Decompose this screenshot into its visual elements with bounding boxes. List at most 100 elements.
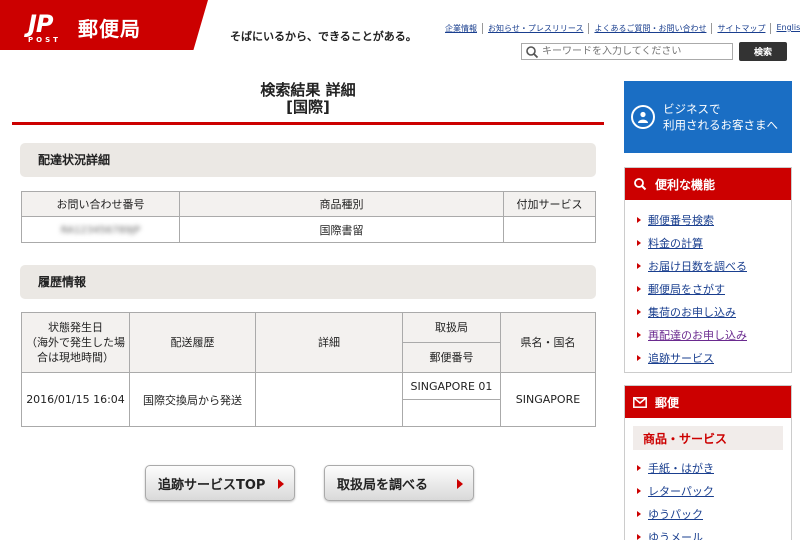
arrow-right-icon <box>278 479 284 489</box>
link-letterpack[interactable]: レターパック <box>648 483 714 499</box>
tracking-top-label: 追跡サービスTOP <box>158 477 266 493</box>
table-row: RA123456789JP 国際書留 <box>21 216 596 243</box>
link-sitemap[interactable]: サイトマップ <box>712 23 772 34</box>
postal-cell <box>402 399 501 427</box>
link-redelivery-request[interactable]: 再配達のお申し込み <box>648 327 747 343</box>
col-header-extra-service: 付加サービス <box>503 191 596 217</box>
mail-panel: 郵便 商品・サービス 手紙・はがき レターパック ゆうパック ゆうメール <box>624 385 792 540</box>
link-tracking-service[interactable]: 追跡サービス <box>648 350 714 366</box>
list-item: ゆうメール <box>637 525 791 540</box>
list-item: 郵便局をさがす <box>637 277 791 300</box>
jp-post-logo-text: POST <box>28 36 61 44</box>
tagline: そばにいるから、できることがある。 <box>230 30 417 43</box>
link-rate-calculation[interactable]: 料金の計算 <box>648 235 703 251</box>
list-item: レターパック <box>637 479 791 502</box>
link-find-post-office[interactable]: 郵便局をさがす <box>648 281 725 297</box>
delivery-status-table: お問い合わせ番号 商品種別 付加サービス RA123456789JP 国際書留 <box>21 191 596 243</box>
products-services-subhead: 商品・サービス <box>633 426 783 450</box>
link-english[interactable]: English <box>771 23 800 34</box>
mail-list: 手紙・はがき レターパック ゆうパック ゆうメール <box>625 454 791 540</box>
useful-functions-list: 郵便番号検索 料金の計算 お届け日数を調べる 郵便局をさがす 集荷のお申し込み … <box>625 200 791 369</box>
link-pickup-request[interactable]: 集荷のお申し込み <box>648 304 736 320</box>
col-header-detail: 詳細 <box>255 312 403 373</box>
bullet-arrow-icon <box>637 464 641 471</box>
find-office-button[interactable]: 取扱局を調べる <box>324 465 474 501</box>
col-header-postal: 郵便番号 <box>402 342 501 373</box>
extra-service-cell <box>503 216 596 243</box>
link-corporate-info[interactable]: 企業情報 <box>440 23 483 34</box>
arrow-right-icon <box>457 479 463 489</box>
product-type-cell: 国際書留 <box>179 216 504 243</box>
business-line1: ビジネスで <box>663 102 721 116</box>
date-cell: 2016/01/15 16:04 <box>21 372 130 427</box>
search-box <box>521 43 733 60</box>
search-button[interactable]: 検索 <box>739 42 787 61</box>
bullet-arrow-icon <box>637 354 641 361</box>
office-cell: SINGAPORE 01 <box>402 372 501 400</box>
list-item: 手紙・はがき <box>637 456 791 479</box>
section-delivery-status: 配達状況詳細 <box>20 143 596 177</box>
bullet-arrow-icon <box>637 487 641 494</box>
title-divider <box>12 122 604 125</box>
section-history: 履歴情報 <box>20 265 596 299</box>
tracking-top-button[interactable]: 追跡サービスTOP <box>145 465 295 501</box>
page-title-line1: 検索結果 詳細 <box>260 81 356 99</box>
col-header-history: 配送履歴 <box>129 312 256 373</box>
col-header-date: 状態発生日 （海外で発生した場 合は現地時間） <box>21 312 130 373</box>
col-header-date-line1: 状態発生日 <box>48 321 103 334</box>
bullet-arrow-icon <box>637 331 641 338</box>
bullet-arrow-icon <box>637 262 641 269</box>
list-item: 集荷のお申し込み <box>637 300 791 323</box>
mail-title: 郵便 <box>655 395 680 410</box>
link-yu-mail[interactable]: ゆうメール <box>648 529 703 540</box>
search-icon <box>633 177 647 191</box>
col-header-product-type: 商品種別 <box>179 191 504 217</box>
detail-cell <box>255 372 403 427</box>
link-news-press[interactable]: お知らせ・プレスリリース <box>483 23 590 34</box>
jp-post-logo-mark[interactable]: JP <box>28 10 54 38</box>
link-yu-pack[interactable]: ゆうパック <box>648 506 703 522</box>
tracking-number-cell: RA123456789JP <box>21 216 180 243</box>
list-item: 再配達のお申し込み <box>637 323 791 346</box>
top-links: 企業情報 お知らせ・プレスリリース よくあるご質問・お問い合わせ サイトマップ … <box>440 23 800 34</box>
history-table: 状態発生日 （海外で発生した場 合は現地時間） 配送履歴 詳細 取扱局 県名・国… <box>21 312 596 427</box>
page-title-line2: [国際] <box>286 98 330 116</box>
region-cell: SINGAPORE <box>500 372 596 427</box>
table-row: 2016/01/15 16:04 国際交換局から発送 SINGAPORE 01 … <box>21 372 596 427</box>
envelope-icon <box>633 396 647 408</box>
bullet-arrow-icon <box>637 216 641 223</box>
col-header-date-line3: 合は現地時間） <box>37 351 114 364</box>
link-letters-postcards[interactable]: 手紙・はがき <box>648 460 714 476</box>
bullet-arrow-icon <box>637 308 641 315</box>
bullet-arrow-icon <box>637 510 641 517</box>
bullet-arrow-icon <box>637 285 641 292</box>
list-item: ゆうパック <box>637 502 791 525</box>
site-header: JP POST 郵便局 そばにいるから、できることがある。 企業情報 お知らせ・… <box>0 0 800 66</box>
link-faq-contact[interactable]: よくあるご質問・お問い合わせ <box>589 23 713 34</box>
business-banner-text: ビジネスで 利用されるお客さまへ <box>663 101 778 133</box>
history-cell: 国際交換局から発送 <box>129 372 256 427</box>
bullet-arrow-icon <box>637 533 641 540</box>
link-postal-code-search[interactable]: 郵便番号検索 <box>648 212 714 228</box>
find-office-label: 取扱局を調べる <box>337 477 429 493</box>
list-item: 料金の計算 <box>637 231 791 254</box>
col-header-tracking-number: お問い合わせ番号 <box>21 191 180 217</box>
col-header-office: 取扱局 <box>402 312 501 343</box>
person-icon <box>631 105 655 129</box>
list-item: お届け日数を調べる <box>637 254 791 277</box>
bullet-arrow-icon <box>637 239 641 246</box>
mail-header: 郵便 <box>625 386 791 418</box>
tracking-number-value: RA123456789JP <box>60 225 141 236</box>
useful-functions-title: 便利な機能 <box>655 177 716 192</box>
list-item: 郵便番号検索 <box>637 208 791 231</box>
business-line2: 利用されるお客さまへ <box>663 118 778 132</box>
page-title: 検索結果 詳細 [国際] <box>12 82 604 116</box>
search-icon <box>526 45 539 58</box>
col-header-region: 県名・国名 <box>500 312 596 373</box>
link-delivery-days[interactable]: お届け日数を調べる <box>648 258 747 274</box>
list-item: 追跡サービス <box>637 346 791 369</box>
business-banner[interactable]: ビジネスで 利用されるお客さまへ <box>624 81 792 153</box>
useful-functions-panel: 便利な機能 郵便番号検索 料金の計算 お届け日数を調べる 郵便局をさがす 集荷の… <box>624 167 792 373</box>
search-input[interactable] <box>539 46 729 57</box>
site-name[interactable]: 郵便局 <box>78 13 141 42</box>
